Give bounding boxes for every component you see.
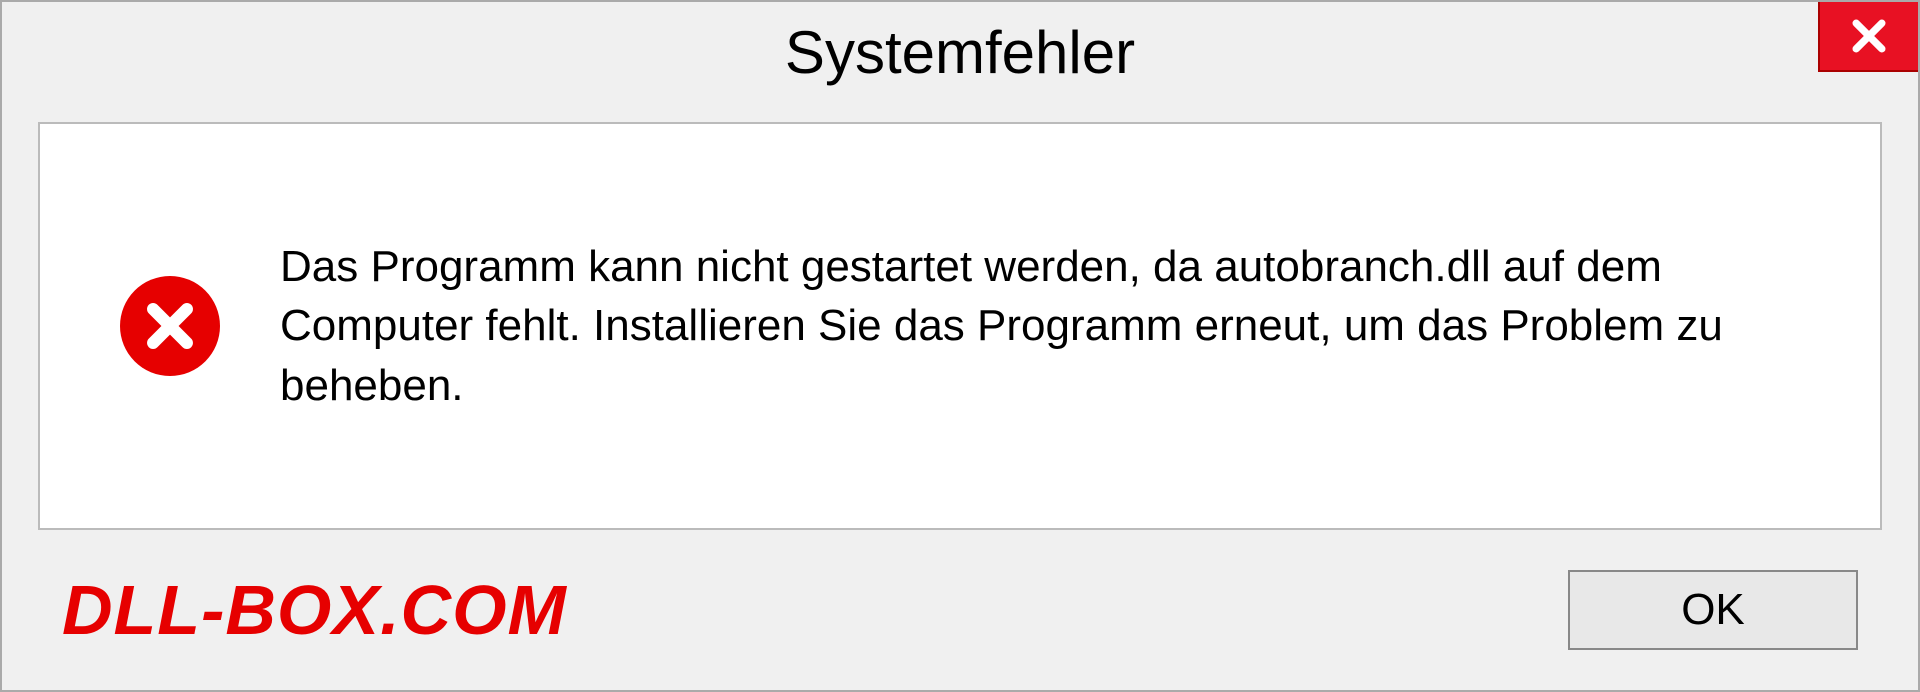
close-icon [1847, 14, 1891, 58]
titlebar: Systemfehler [2, 2, 1918, 102]
error-icon-wrap [120, 276, 220, 376]
ok-button[interactable]: OK [1568, 570, 1858, 650]
close-button[interactable] [1818, 2, 1918, 72]
error-icon [120, 276, 220, 376]
watermark-text: DLL-BOX.COM [62, 570, 567, 650]
error-message: Das Programm kann nicht gestartet werden… [280, 237, 1810, 415]
dialog-footer: DLL-BOX.COM OK [2, 530, 1918, 690]
error-dialog: Systemfehler Das Programm kann nicht ges… [0, 0, 1920, 692]
dialog-title: Systemfehler [785, 18, 1135, 87]
content-panel: Das Programm kann nicht gestartet werden… [38, 122, 1882, 530]
